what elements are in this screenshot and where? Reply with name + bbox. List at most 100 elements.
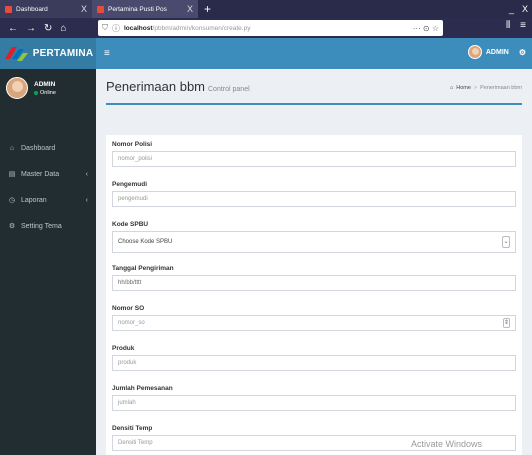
status-badge: Online <box>34 90 56 96</box>
info-icon: ⓘ <box>112 23 120 33</box>
favicon-icon <box>5 5 12 13</box>
nomor-so-input[interactable]: nomor_so ⇕ <box>112 315 516 331</box>
database-icon: ▤ <box>8 171 16 178</box>
top-header: ≡ ADMIN ⚙ <box>96 38 532 69</box>
sidebar-item-label: Laporan <box>21 196 47 204</box>
sidebar-item-master-data[interactable]: ▤ Master Data ‹ <box>0 161 96 187</box>
placeholder-text: nomor_polisi <box>118 156 153 162</box>
toolbar-right: ⫴ ≡ <box>506 20 526 31</box>
form-group-nomor-polisi: Nomor Polisi nomor_polisi <box>112 139 516 167</box>
browser-tab-dashboard[interactable]: Dashboard X <box>0 0 92 18</box>
browser-navbar: ← → ↻ ⌂ ⛉ ⓘ localhost/pbbm/admin/konsume… <box>0 18 532 38</box>
field-label: Densiti Temp <box>112 425 153 432</box>
forward-arrow-icon[interactable]: → <box>26 23 36 34</box>
sidebar-item-label: Dashboard <box>21 144 56 152</box>
page-header: Penerimaan bbm Control panel ⌂ Home > Pen… <box>106 77 522 105</box>
field-label: Produk <box>112 345 135 352</box>
address-bar[interactable]: ⛉ ⓘ localhost/pbbm/admin/konsumen/create… <box>98 20 443 36</box>
number-spinner-icon[interactable]: ⇕ <box>503 318 510 328</box>
sidebar-toggle-icon[interactable]: ≡ <box>104 48 110 59</box>
form-group-produk: Produk produk <box>112 343 516 371</box>
pengemudi-input[interactable]: pengemudi <box>112 191 516 207</box>
avatar <box>467 45 482 59</box>
sidebar-item-label: Master Data <box>21 170 60 178</box>
field-label: Nomor Polisi <box>112 141 153 148</box>
chevron-left-icon: ‹ <box>85 170 88 178</box>
reload-icon[interactable]: ↻ <box>44 23 52 34</box>
chevron-down-icon: ⌄ <box>502 236 510 248</box>
form-group-kode-spbu: Kode SPBU Choose Kode SPBU ⌄ <box>112 219 516 253</box>
sidebar-item-setting-tema[interactable]: ⚙ Setting Tema <box>0 213 96 239</box>
tab-title: Dashboard <box>16 5 48 13</box>
sidebar: ADMIN Online ⌂ Dashboard ▤ Master Data ‹… <box>0 69 96 455</box>
placeholder-text: produk <box>118 360 137 366</box>
field-label: Kode SPBU <box>112 221 149 228</box>
home-icon[interactable]: ⌂ <box>60 23 66 34</box>
page-title: Penerimaan bbm Control panel <box>106 79 250 94</box>
breadcrumb-home[interactable]: Home <box>456 85 471 91</box>
browser-tab-pertamina[interactable]: Pertamina Pusti Pos X <box>92 0 198 18</box>
jumlah-pemesanan-input[interactable]: jumlah <box>112 395 516 411</box>
avatar <box>6 77 28 99</box>
menu-icon[interactable]: ≡ <box>520 20 526 31</box>
breadcrumb: ⌂ Home > Penerimaan bbm <box>450 85 522 91</box>
field-label: Pengemudi <box>112 181 148 188</box>
favicon-icon <box>97 5 104 13</box>
window-controls: _ X <box>509 0 528 18</box>
page-title-text: Penerimaan bbm <box>106 79 205 94</box>
placeholder-text: Densiti Temp <box>118 440 153 446</box>
brand-name: PERTAMINA <box>32 48 94 59</box>
form-group-pengemudi: Pengemudi pengemudi <box>112 179 516 207</box>
gears-icon: ⚙ <box>8 223 16 230</box>
placeholder-text: jumlah <box>118 400 136 406</box>
sidebar-item-dashboard[interactable]: ⌂ Dashboard <box>0 135 96 161</box>
nav-buttons: ← → ↻ ⌂ <box>0 23 96 34</box>
page-subtitle: Control panel <box>208 86 250 93</box>
user-menu[interactable]: ADMIN ⚙ <box>467 45 526 59</box>
gears-icon[interactable]: ⚙ <box>519 48 526 57</box>
status-text: Online <box>40 89 56 96</box>
browser-tabbar: Dashboard X Pertamina Pusti Pos X + _ X <box>0 0 532 18</box>
nomor-polisi-input[interactable]: nomor_polisi <box>112 151 516 167</box>
tab-close-icon[interactable]: X <box>81 4 87 14</box>
home-icon: ⌂ <box>449 85 454 91</box>
library-icon[interactable]: ⫴ <box>506 20 510 31</box>
sidebar-menu: ⌂ Dashboard ▤ Master Data ‹ ◷ Laporan ‹ … <box>0 135 96 239</box>
content-area: Penerimaan bbm Control panel ⌂ Home > Pen… <box>96 69 532 455</box>
minimize-button[interactable]: _ <box>509 0 514 18</box>
field-label: Jumlah Pemesanan <box>112 385 173 392</box>
shield-icon: ⛉ <box>102 23 108 32</box>
back-arrow-icon[interactable]: ← <box>8 23 18 34</box>
placeholder-text: nomor_so <box>118 320 145 326</box>
sidebar-item-laporan[interactable]: ◷ Laporan ‹ <box>0 187 96 213</box>
select-value: Choose Kode SPBU <box>118 239 173 245</box>
user-panel: ADMIN Online <box>6 77 56 99</box>
page-actions[interactable]: ··· ⊙ ☆ <box>413 24 439 33</box>
tab-title: Pertamina Pusti Pos <box>108 5 167 13</box>
field-label: Nomor SO <box>112 305 145 312</box>
kode-spbu-select[interactable]: Choose Kode SPBU ⌄ <box>112 231 516 253</box>
placeholder-text: pengemudi <box>118 196 148 202</box>
pertamina-logo-icon <box>4 46 28 61</box>
tab-close-icon[interactable]: X <box>187 4 193 14</box>
breadcrumb-separator: > <box>473 85 478 91</box>
tanggal-pengiriman-input[interactable]: hh/bb/tttt <box>112 275 516 291</box>
home-icon: ⌂ <box>9 144 15 152</box>
breadcrumb-current: Penerimaan bbm <box>480 85 522 91</box>
user-name: ADMIN <box>485 48 509 56</box>
sidebar-user-name: ADMIN <box>34 80 56 88</box>
report-icon: ◷ <box>8 197 16 204</box>
url-path: /pbbm/admin/konsumen/create.py <box>152 24 251 32</box>
form-group-nomor-so: Nomor SO nomor_so ⇕ <box>112 303 516 331</box>
form-group-tanggal: Tanggal Pengiriman hh/bb/tttt <box>112 263 516 291</box>
online-dot-icon <box>34 90 38 95</box>
window-close-button[interactable]: X <box>522 0 528 18</box>
form-box: Nomor Polisi nomor_polisi Pengemudi peng… <box>106 135 522 455</box>
url-host: localhost <box>124 24 153 32</box>
form-group-jumlah: Jumlah Pemesanan jumlah <box>112 383 516 411</box>
app-logo[interactable]: PERTAMINA <box>0 38 96 69</box>
date-placeholder: hh/bb/tttt <box>118 280 142 286</box>
activate-windows-watermark: Activate Windows <box>410 439 482 449</box>
new-tab-button[interactable]: + <box>198 0 217 18</box>
produk-input[interactable]: produk <box>112 355 516 371</box>
